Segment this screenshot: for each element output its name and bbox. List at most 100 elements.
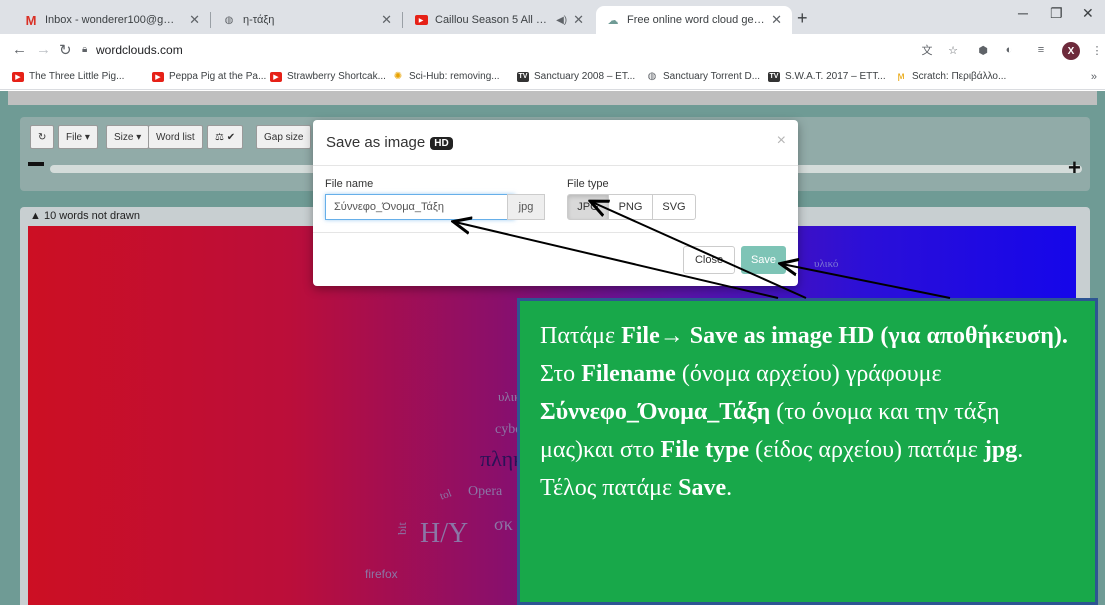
balance-toggle-button[interactable]: ⚖ ✔ xyxy=(207,125,244,149)
tab-inbox[interactable]: M Inbox - wonderer100@gmail.com ✕ xyxy=(14,6,210,34)
instruction-callout: Πατάμε File→ Save as image HD (για αποθή… xyxy=(517,298,1098,605)
tv-icon: TV xyxy=(517,71,529,82)
size-menu-button[interactable]: Size ▾ xyxy=(106,125,150,149)
youtube-icon: ▶ xyxy=(414,13,428,27)
cloud-word: υλικό xyxy=(814,258,839,270)
close-tab-icon[interactable]: ✕ xyxy=(573,12,584,28)
warning-icon: ▲ xyxy=(30,210,41,222)
tab-separator xyxy=(210,12,211,28)
globe-icon: ◍ xyxy=(647,71,657,82)
minus-icon[interactable] xyxy=(28,162,44,166)
tab-wordclouds[interactable]: ☁ Free online word cloud generator ✕ xyxy=(596,6,792,34)
bookmark-item[interactable]: TV Sanctuary 2008 – ET... xyxy=(517,71,635,82)
instruction-text: . xyxy=(726,475,733,501)
youtube-icon: ▶ xyxy=(152,71,164,82)
close-icon[interactable]: × xyxy=(777,132,786,150)
tab-caillou[interactable]: ▶ Caillou Season 5 All Episodes ◀) ✕ xyxy=(404,6,594,34)
plus-icon[interactable]: + xyxy=(1068,155,1081,181)
refresh-icon: ↻ xyxy=(38,131,47,143)
address-bar: ← → ↻ 🔒︎ wordclouds.com 文 ☆ ⬢ ◐ ≡ X ⋮ xyxy=(0,34,1105,66)
tab-title: Free online word cloud generator xyxy=(627,14,766,26)
file-name-value: Σύννεφο_Όνομα_Τάξη xyxy=(334,201,444,213)
scratch-icon: ϻ xyxy=(897,71,905,82)
word-list-button[interactable]: Word list xyxy=(148,125,203,149)
word-list-label: Word list xyxy=(156,131,195,143)
wordclouds-icon: ☁ xyxy=(607,14,619,27)
save-as-image-dialog: Save as image HD × File name Σύννεφο_Όνομ… xyxy=(313,120,798,286)
gmail-icon: M xyxy=(25,12,37,28)
refresh-button[interactable]: ↻ xyxy=(30,125,55,149)
file-name-input[interactable]: Σύννεφο_Όνομα_Τάξη xyxy=(325,194,515,220)
instruction-bold: File xyxy=(621,323,660,349)
close-window-icon[interactable]: ✕ xyxy=(1082,5,1094,22)
bookmark-label: The Three Little Pig... xyxy=(29,71,125,82)
cloud-word: H/Y xyxy=(420,518,469,549)
instruction-text: (όνομα αρχείου) γράφουμε xyxy=(675,361,942,387)
youtube-icon: ▶ xyxy=(270,71,282,82)
bookmark-label: S.W.A.T. 2017 – ETT... xyxy=(785,71,886,82)
close-tab-icon[interactable]: ✕ xyxy=(189,12,200,28)
file-name-label: File name xyxy=(325,178,374,190)
tab-separator xyxy=(402,12,403,28)
bookmark-label: Sci-Hub: removing... xyxy=(409,71,500,82)
file-menu-button[interactable]: File ▾ xyxy=(58,125,98,149)
tab-etaxi[interactable]: ◍ η-τάξη ✕ xyxy=(212,6,402,34)
instruction-bold: Σύννεφο_Όνομα_Τάξη xyxy=(540,399,771,425)
translate-icon[interactable]: 文 xyxy=(920,43,934,57)
back-icon[interactable]: ← xyxy=(12,41,27,58)
gap-size-button[interactable]: Gap size xyxy=(256,125,312,149)
file-type-label: File type xyxy=(567,178,609,190)
bookmark-item[interactable]: ✺ Sci-Hub: removing... xyxy=(392,71,500,82)
cloud-word: bit xyxy=(394,522,409,535)
file-type-png-button[interactable]: PNG xyxy=(608,194,653,220)
bookmark-item[interactable]: ▶ Peppa Pig at the Pa... xyxy=(152,71,266,82)
file-type-jpg-button[interactable]: JPG xyxy=(567,194,609,220)
bookmark-item[interactable]: ▶ Strawberry Shortcak... xyxy=(270,71,386,82)
bookmark-item[interactable]: TV S.W.A.T. 2017 – ETT... xyxy=(768,71,886,82)
close-button[interactable]: Close xyxy=(683,246,735,274)
adblock-icon[interactable]: ⬢ xyxy=(976,43,990,57)
avatar[interactable]: X xyxy=(1062,42,1080,60)
save-button[interactable]: Save xyxy=(741,246,786,274)
menu-icon[interactable]: ⋮ xyxy=(1090,43,1104,57)
page-top-bar xyxy=(8,91,1097,105)
instruction-bold: jpg xyxy=(983,437,1018,463)
instruction-bold: → Save as image HD (για αποθήκευση). xyxy=(659,323,1068,349)
globe-icon: ◍ xyxy=(224,14,234,26)
scihub-icon: ✺ xyxy=(393,71,403,82)
bookmark-label: Peppa Pig at the Pa... xyxy=(169,71,267,82)
new-tab-button[interactable]: + xyxy=(797,8,808,29)
warning-text: 10 words not drawn xyxy=(43,210,140,222)
close-tab-icon[interactable]: ✕ xyxy=(381,12,392,28)
dialog-footer-divider xyxy=(313,232,798,233)
close-tab-icon[interactable]: ✕ xyxy=(771,12,782,28)
speaker-icon[interactable]: ◀) xyxy=(556,15,567,26)
instruction-text: Στο xyxy=(540,361,582,387)
dialog-title: Save as image HD xyxy=(326,134,453,151)
tv-icon: TV xyxy=(768,71,780,82)
tab-title: Inbox - wonderer100@gmail.com xyxy=(45,14,183,26)
bookmark-item[interactable]: ◍ Sanctuary Torrent D... xyxy=(646,71,760,82)
bookmark-label: Sanctuary 2008 – ET... xyxy=(534,71,636,82)
maximize-icon[interactable]: ❐ xyxy=(1050,5,1063,22)
bookmark-star-icon[interactable]: ☆ xyxy=(946,43,960,57)
file-type-svg-button[interactable]: SVG xyxy=(652,194,696,220)
file-menu-label: File ▾ xyxy=(66,131,90,143)
instruction-bold: File type xyxy=(660,437,750,463)
youtube-icon: ▶ xyxy=(12,71,24,82)
reload-icon[interactable]: ↻ xyxy=(59,41,72,59)
extension-icon[interactable]: ◐ xyxy=(1002,43,1016,57)
tab-title: η-τάξη xyxy=(243,14,275,26)
bookmark-item[interactable]: ▶ The Three Little Pig... xyxy=(12,71,124,82)
reading-list-icon[interactable]: ≡ xyxy=(1034,43,1048,57)
file-extension-addon: jpg xyxy=(507,194,545,220)
minimize-icon[interactable]: ─ xyxy=(1018,5,1028,21)
instruction-text: (είδος αρχείου) πατάμε xyxy=(749,437,984,463)
instruction-bold: Save xyxy=(678,475,727,501)
warning-message: ▲ 10 words not drawn xyxy=(30,210,140,222)
url-field[interactable]: wordclouds.com xyxy=(96,43,183,57)
cloud-word: Opera xyxy=(468,484,503,499)
forward-icon[interactable]: → xyxy=(36,41,51,58)
more-bookmarks-icon[interactable]: » xyxy=(1091,71,1097,83)
bookmark-item[interactable]: ϻ Scratch: Περιβάλλο... xyxy=(895,71,1007,82)
